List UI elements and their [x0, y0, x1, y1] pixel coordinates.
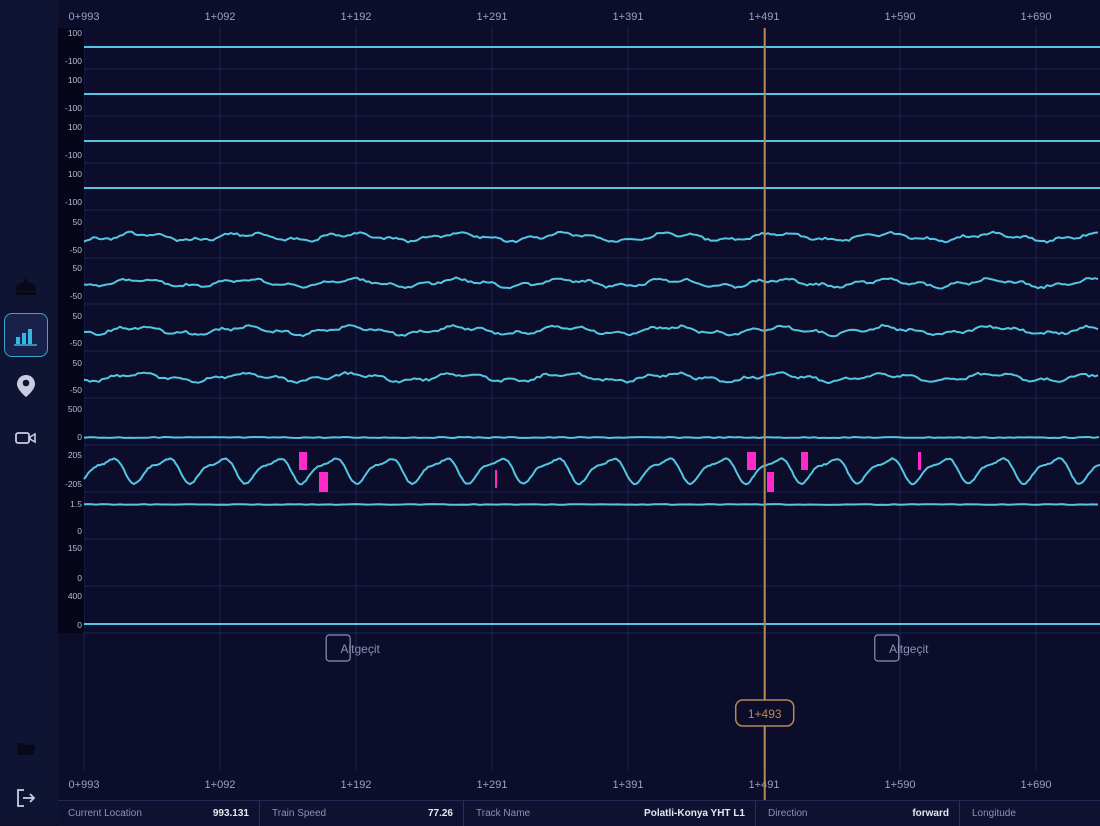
status-direction: Direction forward: [758, 801, 960, 826]
channel-top-label: 100: [68, 122, 82, 132]
defect-marker: [801, 452, 808, 470]
top-tick-label: 1+590: [885, 11, 916, 23]
signal-chart[interactable]: 0+993 1+092 1+192 1+291 1+391 1+491 1+590 1+690…: [58, 0, 1100, 800]
channel-top-label: 400: [68, 591, 82, 601]
channel-top-label: 100: [68, 169, 82, 179]
bottom-tick-label: 1+192: [341, 779, 372, 791]
signal-trace: [83, 276, 1099, 290]
channel-top-label: 100: [68, 28, 82, 38]
channel-top-label: 50: [73, 217, 83, 227]
channel-top-label: 50: [73, 263, 83, 273]
channel-top-label: 150: [68, 543, 82, 553]
status-track-name: Track Name Polatli-Konya YHT L1: [466, 801, 756, 826]
bottom-tick-label: 1+690: [1021, 779, 1052, 791]
status-longitude: Longitude: [962, 801, 1100, 826]
top-tick-label: 0+993: [69, 11, 100, 23]
location-pin-icon[interactable]: [4, 364, 48, 408]
current-location-value: 993.131: [212, 808, 249, 819]
chart-area[interactable]: 0+993 1+092 1+192 1+291 1+391 1+491 1+590 1+690…: [58, 0, 1100, 800]
bottom-tick-label: 1+590: [885, 779, 916, 791]
channel-bottom-label: 0: [77, 432, 82, 442]
top-tick-label: 1+192: [341, 11, 372, 23]
video-camera-icon[interactable]: [4, 416, 48, 460]
channel-top-label: 100: [68, 75, 82, 85]
channel-bottom-label: -100: [65, 103, 82, 113]
bottom-tick-label: 0+993: [69, 779, 100, 791]
track-name-value: Polatli-Konya YHT L1: [644, 808, 745, 819]
top-tick-label: 1+092: [205, 11, 236, 23]
train-icon[interactable]: [4, 264, 48, 308]
marker-label: Altgeçit: [889, 642, 929, 656]
defect-marker: [319, 472, 328, 492]
channel-bottom-label: -205: [65, 479, 82, 489]
channel-bottom-label: 0: [77, 620, 82, 630]
bar-chart-icon[interactable]: [4, 313, 48, 357]
status-current-location: Current Location 993.131: [58, 801, 260, 826]
channel-bottom-label: -100: [65, 150, 82, 160]
channel-bottom-label: -50: [70, 338, 83, 348]
channel-bottom-label: -100: [65, 197, 82, 207]
defect-marker: [747, 452, 756, 470]
longitude-label: Longitude: [972, 808, 1016, 819]
channel-bottom-label: -50: [70, 245, 83, 255]
defect-marker: [299, 452, 307, 470]
train-speed-value: 77.26: [427, 808, 453, 819]
current-location-label: Current Location: [68, 808, 142, 819]
signal-trace: [83, 457, 1100, 486]
channel-bottom-label: -50: [70, 385, 83, 395]
signal-trace: [83, 323, 1099, 338]
defect-marker: [495, 470, 497, 488]
channel-top-label: 50: [73, 358, 83, 368]
channel-top-label: 1.5: [70, 499, 82, 509]
status-train-speed: Train Speed 77.26: [262, 801, 464, 826]
track-name-label: Track Name: [476, 808, 531, 819]
direction-label: Direction: [768, 808, 808, 819]
marker-label: Altgeçit: [340, 642, 380, 656]
defect-marker: [918, 452, 921, 470]
signal-trace: [83, 230, 1099, 244]
channel-bottom-label: -50: [70, 291, 83, 301]
train-speed-label: Train Speed: [272, 808, 327, 819]
signal-trace: [83, 436, 1100, 439]
channel-bottom-label: 0: [77, 526, 82, 536]
top-tick-label: 1+690: [1021, 11, 1052, 23]
top-tick-label: 1+491: [749, 11, 780, 23]
sidebar: [0, 0, 58, 825]
cursor-label: 1+493: [748, 707, 782, 721]
channel-top-label: 205: [68, 450, 82, 460]
direction-value: forward: [912, 808, 949, 819]
channel-top-label: 50: [73, 311, 83, 321]
folder-icon[interactable]: [4, 726, 48, 770]
top-tick-label: 1+391: [613, 11, 644, 23]
signal-trace: [83, 503, 1099, 506]
logout-icon[interactable]: [4, 776, 48, 820]
defect-marker: [767, 472, 774, 492]
signal-trace: [83, 371, 1099, 385]
bottom-tick-label: 1+092: [205, 779, 236, 791]
channel-bottom-label: -100: [65, 56, 82, 66]
bottom-tick-label: 1+291: [477, 779, 508, 791]
channel-top-label: 500: [68, 404, 82, 414]
top-tick-label: 1+291: [477, 11, 508, 23]
bottom-tick-label: 1+391: [613, 779, 644, 791]
channel-bottom-label: 0: [77, 573, 82, 583]
status-bar: Current Location 993.131 Train Speed 77.…: [58, 800, 1100, 826]
